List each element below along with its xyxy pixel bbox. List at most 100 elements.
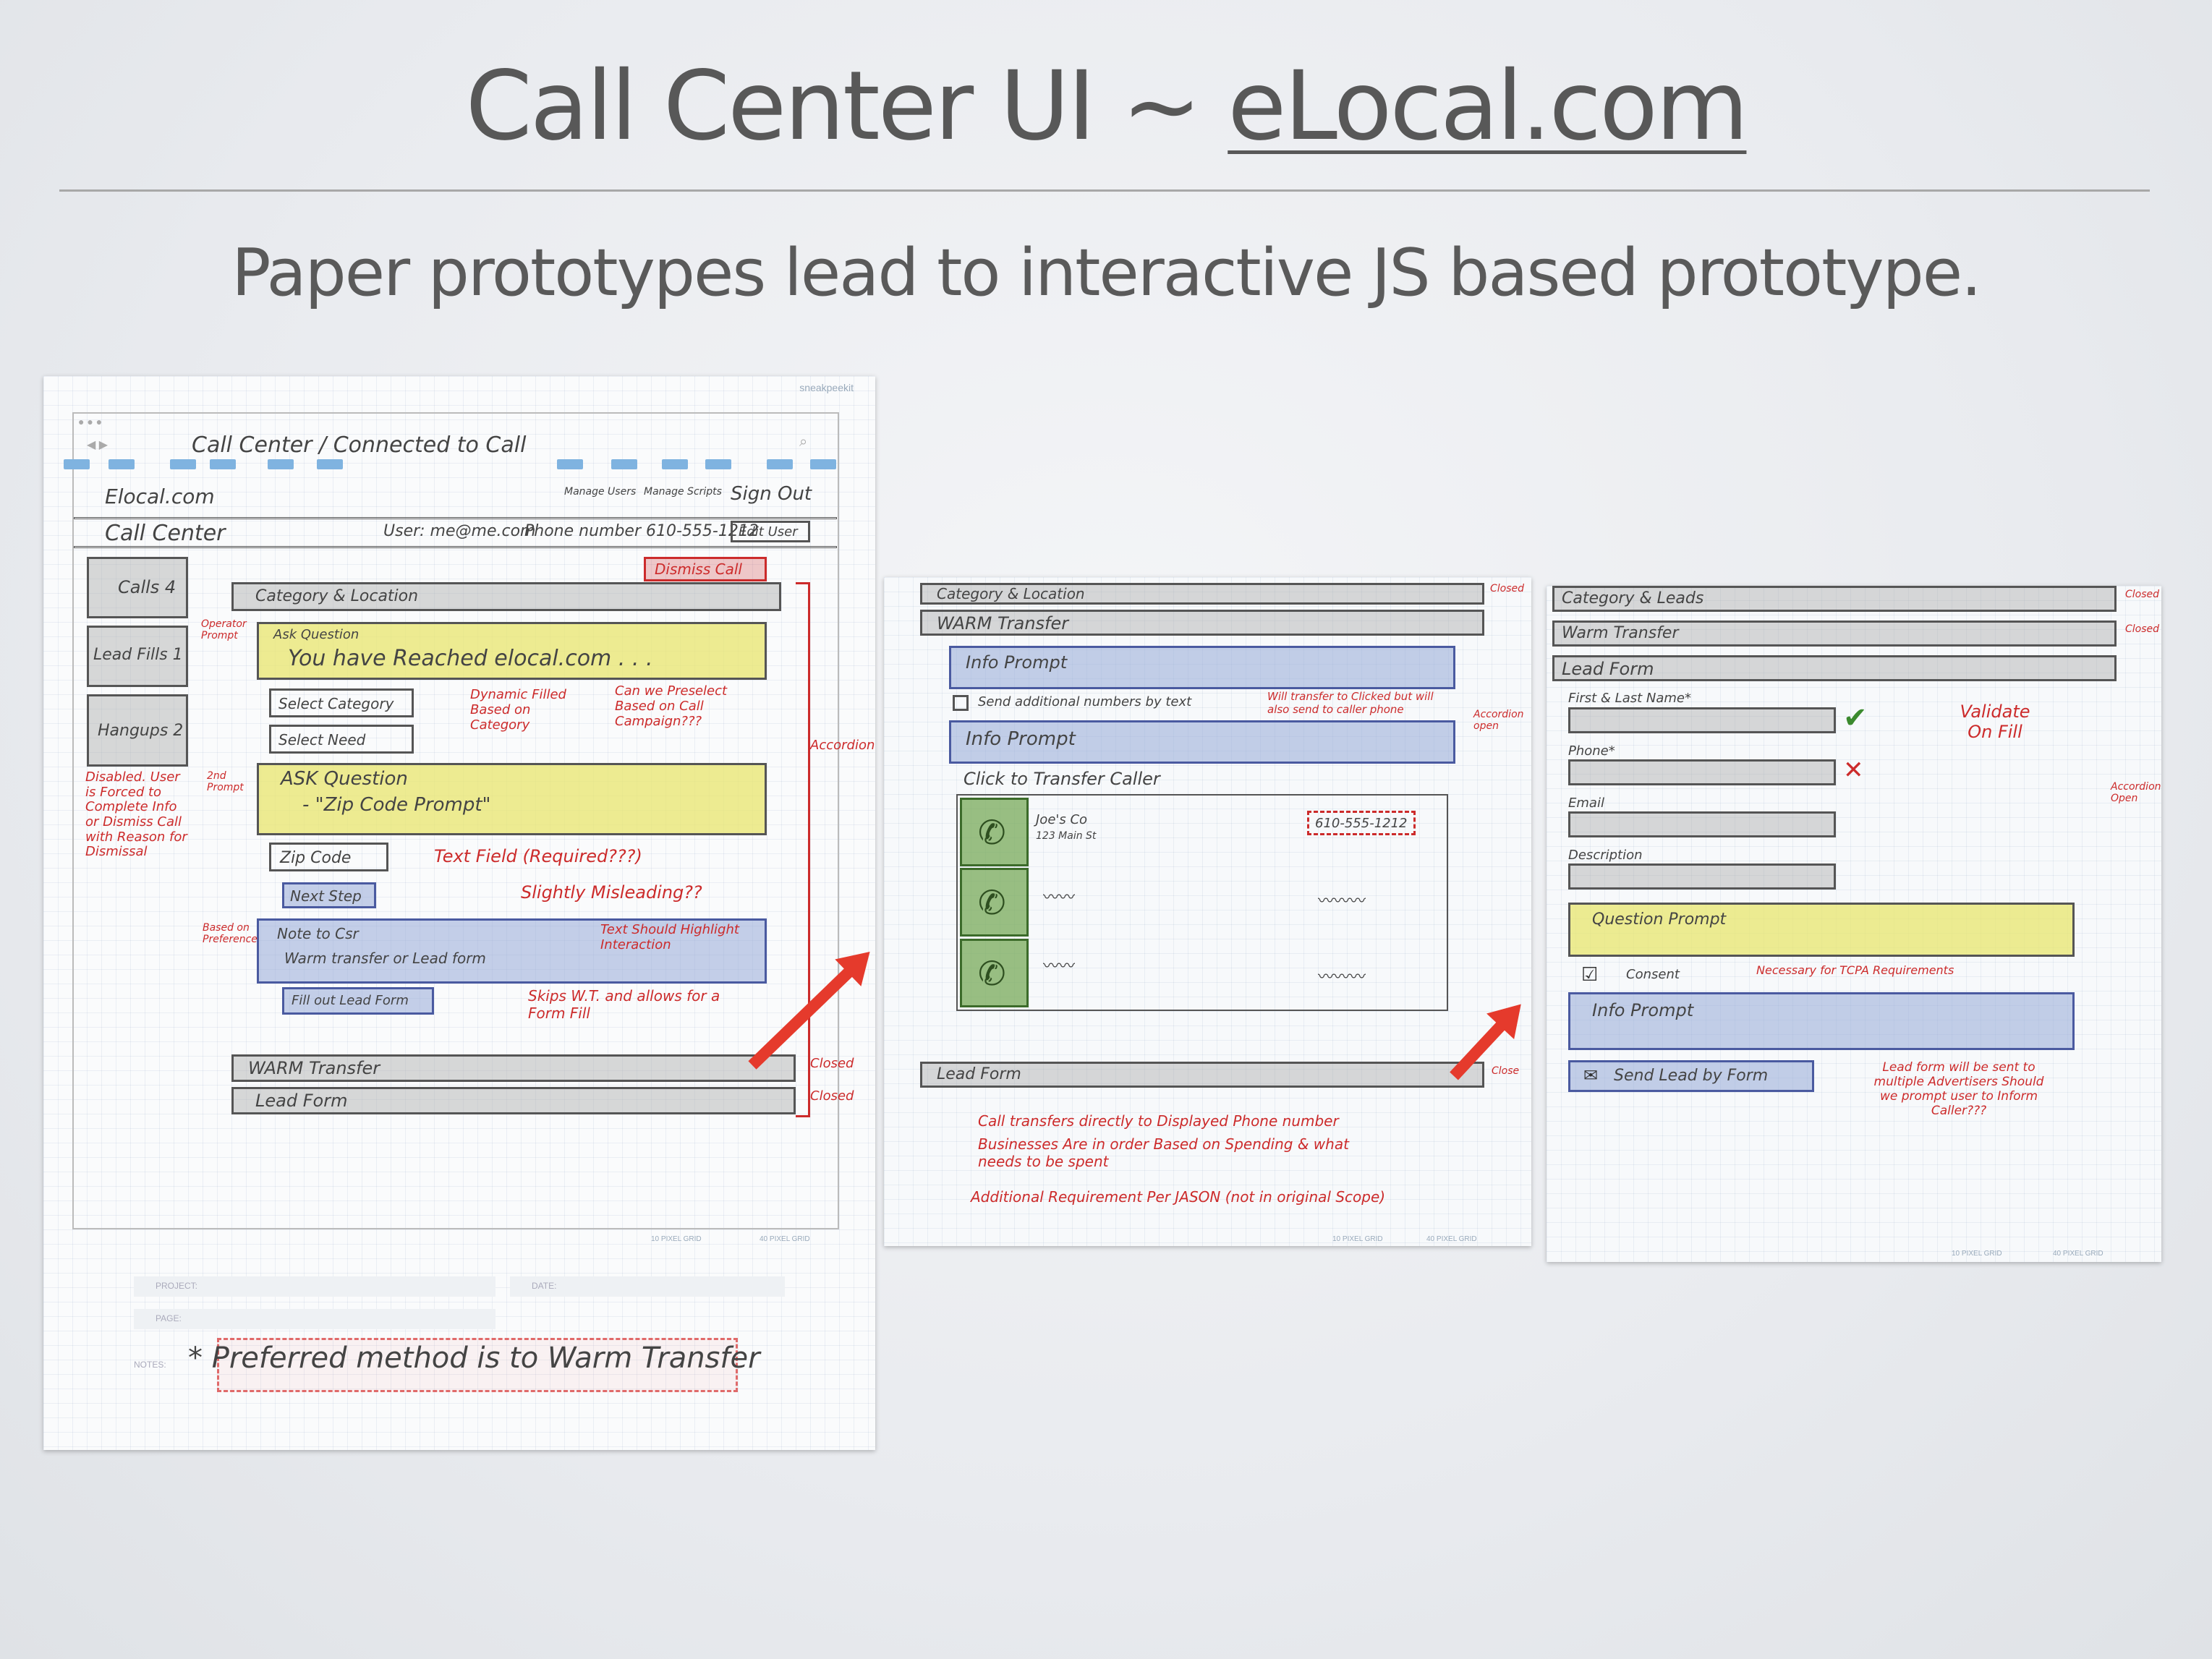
ask-question-text-1: You have Reached elocal.com . . .	[288, 646, 653, 671]
send-icon: ✉	[1583, 1066, 1599, 1086]
select-need-dropdown[interactable]: Select Need	[269, 725, 414, 754]
category-leads-header[interactable]: Category & Leads	[1552, 586, 2117, 612]
business-address: 123 Main St	[1036, 830, 1097, 842]
brand-mark: sneakpeekit	[799, 382, 854, 393]
edit-user-label: Edit User	[739, 524, 798, 540]
send-numbers-checkbox[interactable]	[953, 695, 969, 711]
placeholder-line: 〰〰〰	[1318, 968, 1366, 986]
lead-form-accordion[interactable]: Lead Form	[920, 1062, 1484, 1088]
warm-transfer-accordion[interactable]: WARM Transfer	[231, 1054, 796, 1082]
browser-address: Call Center / Connected to Call	[192, 432, 527, 458]
slide-title: Call Center UI ~ eLocal.com	[0, 51, 2212, 162]
phone-label: Phone number 610-555-1212	[524, 522, 759, 540]
call-button-2[interactable]: ✆	[960, 868, 1029, 937]
call-button-1[interactable]: ✆	[960, 798, 1029, 866]
breakpoint-chip	[705, 459, 731, 469]
first-last-input[interactable]	[1568, 707, 1836, 733]
annotation-validate: Validate On Fill	[1960, 701, 2030, 742]
warm-transfer-label: Warm Transfer	[1562, 624, 1679, 642]
consent-checkbox[interactable]: ☑	[1581, 963, 1598, 986]
send-lead-button[interactable]: ✉ Send Lead by Form	[1568, 1060, 1814, 1092]
phone-icon: ✆	[978, 814, 1006, 851]
info-prompt-label: Info Prompt	[1592, 1000, 1694, 1020]
annotation-skips: Skips W.T. and allows for a Form Fill	[528, 987, 720, 1022]
note-to-csr-text: Warm transfer or Lead form	[284, 950, 486, 967]
category-location-label: Category & Location	[255, 587, 419, 605]
phone-input[interactable]	[1568, 759, 1836, 785]
category-leads-label: Category & Leads	[1562, 589, 1704, 607]
ask-question-box-1: Ask Question You have Reached elocal.com…	[257, 622, 767, 680]
ask-question-label-2: ASK Question	[281, 768, 408, 790]
question-prompt-label: Question Prompt	[1592, 910, 1727, 929]
annotation-based-pref: Based on Preference	[203, 922, 258, 945]
annotation-closed-2: Closed	[810, 1088, 854, 1104]
paper-sketch-lead-form: Category & Leads Warm Transfer Lead Form…	[1547, 586, 2161, 1262]
category-location-header[interactable]: Category & Location	[920, 583, 1484, 605]
warm-transfer-header[interactable]: Warm Transfer	[1552, 620, 2117, 647]
click-transfer-label: Click to Transfer Caller	[964, 769, 1160, 789]
slide-title-prefix: Call Center UI ~	[465, 51, 1228, 162]
call-button-3[interactable]: ✆	[960, 939, 1029, 1007]
warm-transfer-label: WARM Transfer	[937, 613, 1069, 634]
annotation-text-field: Text Field (Required???)	[434, 846, 642, 866]
search-icon: ⌕	[799, 434, 808, 450]
sidebar-item-lead-fills[interactable]: Lead Fills 1	[87, 626, 188, 687]
description-label: Description	[1568, 848, 1643, 863]
footer-date-field: DATE:	[510, 1276, 785, 1297]
grid-label: 10 PIXEL GRID	[1332, 1235, 1383, 1243]
zip-code-input[interactable]: Zip Code	[269, 843, 388, 871]
user-label: User: me@me.com	[383, 522, 536, 540]
sidebar-hangups-label: Hangups 2	[98, 722, 184, 740]
footer-page-field: PAGE:	[134, 1309, 495, 1329]
business-phone-label: 610-555-1212	[1315, 816, 1408, 831]
footer-date-label: DATE:	[532, 1281, 557, 1291]
error-x-icon: ✕	[1843, 756, 1864, 784]
annotation-closed-2: Closed	[2125, 623, 2160, 635]
description-input[interactable]	[1568, 863, 1836, 890]
email-input[interactable]	[1568, 811, 1836, 837]
sign-out-button[interactable]: Sign Out	[731, 483, 812, 505]
business-name: Joe's Co	[1036, 812, 1088, 827]
annotation-2nd-prompt: 2nd Prompt	[207, 770, 244, 793]
sidebar-item-calls[interactable]: Calls 4	[87, 557, 188, 618]
first-last-label: First & Last Name*	[1568, 691, 1691, 706]
manage-scripts-button[interactable]: Manage Scripts	[644, 486, 722, 498]
category-location-header[interactable]: Category & Location	[231, 582, 781, 611]
warm-transfer-header[interactable]: WARM Transfer	[920, 610, 1484, 636]
edit-user-button[interactable]: Edit User	[731, 521, 810, 542]
dismiss-call-button[interactable]: Dismiss Call	[644, 557, 767, 581]
footer-project-label: PROJECT:	[156, 1281, 198, 1291]
elocal-link[interactable]: eLocal.com	[1228, 51, 1748, 162]
lead-form-header[interactable]: Lead Form	[1552, 655, 2117, 681]
footer-note-text: * Preferred method is to Warm Transfer	[188, 1342, 760, 1375]
breakpoint-chip	[611, 459, 637, 469]
fill-lead-form-label: Fill out Lead Form	[292, 993, 409, 1008]
lead-form-accordion[interactable]: Lead Form	[231, 1087, 796, 1114]
footer-page-label: PAGE:	[156, 1313, 182, 1323]
ask-question-box-2: ASK Question - "Zip Code Prompt"	[257, 763, 767, 835]
annotation-closed-1: Closed	[2125, 589, 2160, 600]
app-logo[interactable]: Elocal.com	[105, 485, 215, 508]
sidebar-calls-label: Calls 4	[118, 577, 176, 597]
fill-lead-form-button[interactable]: Fill out Lead Form	[282, 987, 434, 1015]
grid-label-2: 40 PIXEL GRID	[760, 1235, 810, 1243]
grid-label-2: 40 PIXEL GRID	[2053, 1250, 2103, 1258]
next-step-button[interactable]: Next Step	[282, 882, 376, 908]
page-name: Call Center	[105, 521, 226, 546]
select-category-dropdown[interactable]: Select Category	[269, 688, 414, 717]
paper-sketch-main: sneakpeekit ● ● ● ◀ ▶ Call Center / Conn…	[43, 376, 875, 1450]
business-phone[interactable]: 610-555-1212	[1307, 811, 1416, 835]
annotation-closed-1: Closed	[810, 1056, 854, 1071]
breakpoint-chip	[268, 459, 294, 469]
ask-question-label-1: Ask Question	[273, 627, 360, 642]
note-to-csr-label: Note to Csr	[277, 925, 359, 942]
annotation-accordion: Accordion	[810, 738, 875, 753]
sidebar-item-hangups[interactable]: Hangups 2	[87, 694, 188, 767]
check-icon: ✔	[1843, 702, 1868, 734]
manage-users-button[interactable]: Manage Users	[564, 486, 636, 498]
breakpoint-chip	[557, 459, 583, 469]
annotation-accordion-open: Accordion Open	[2111, 781, 2161, 804]
paper-sketch-warm-transfer: Category & Location WARM Transfer Info P…	[884, 577, 1531, 1246]
annotation-will-transfer: Will transfer to Clicked but will also s…	[1267, 690, 1434, 716]
annotation-dynamic: Dynamic Filled Based on Category	[470, 687, 566, 733]
